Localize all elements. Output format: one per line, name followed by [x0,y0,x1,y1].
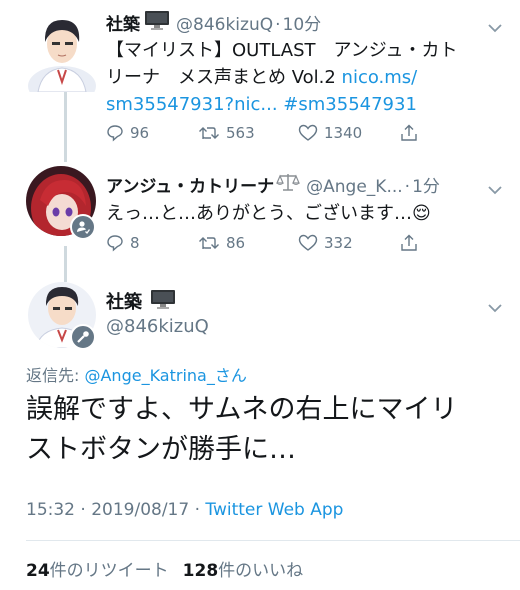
retweet-label: 件のリツイート [49,561,169,581]
monitor-icon [150,289,176,314]
tweet-text: えっ…と…ありがとう、ございます…😌 [106,200,431,227]
link[interactable]: sm35547931?nic... [106,94,278,115]
reply-button[interactable]: 96 [106,124,198,142]
tweet-text: 【マイリスト】OUTLAST アンジュ・カト リーナ メス声まとめ Vol.2 … [106,37,506,118]
action-bar: 8 86 332 [106,234,418,252]
tweet[interactable]: 社築 @846kizuQ · 10分 【マイリスト】OUTLAST アンジュ・カ… [0,10,520,150]
share-icon [400,124,418,142]
source-link[interactable]: Twitter Web App [205,500,343,520]
tweet-text-line: 誤解ですよ、サムネの右上にマイリ [26,394,458,425]
microphone-badge-icon [70,324,96,350]
like-button[interactable]: 1340 [298,124,400,142]
tweet-text-line: 【マイリスト】OUTLAST アンジュ・カト [106,40,458,61]
handle[interactable]: @846kizuQ [106,316,209,337]
divider [26,540,520,541]
reply-count: 8 [130,234,140,252]
retweet-icon [198,235,220,251]
focus-author[interactable]: 社築 [106,288,176,314]
scales-icon [276,172,301,197]
retweet-count: 86 [226,234,246,252]
timestamp[interactable]: 10分 [283,10,322,35]
share-button[interactable] [400,234,418,252]
retweet-icon [198,125,220,141]
reply-icon [106,124,124,142]
chevron-down-icon[interactable] [488,180,502,195]
chevron-down-icon[interactable] [488,298,502,313]
like-icon [298,234,318,252]
handle[interactable]: @Ange_K... [306,177,403,197]
like-count: 1340 [324,124,363,142]
tweet-meta: 15:32 · 2019/08/17 · Twitter Web App [26,500,343,520]
reply-to-label: 返信先: [26,366,85,385]
retweet-button[interactable]: 86 [198,234,298,252]
action-bar: 96 563 1340 [106,124,418,142]
like-total: 128 [182,561,219,581]
link[interactable]: nico.ms/ [342,67,418,88]
display-name[interactable]: アンジュ・カトリーナ [106,172,274,197]
tweet-text-line: リーナ メス声まとめ Vol.2 [106,67,342,88]
monitor-icon [144,10,170,35]
like-icon [298,124,318,142]
timestamp[interactable]: 15:32 · 2019/08/17 · [26,500,205,520]
display-name[interactable]: 社築 [106,288,142,314]
mention-link[interactable]: @Ange_Katrina_さん [84,366,246,385]
retweet-count: 563 [226,124,255,142]
like-label: 件のいいね [218,561,304,581]
retweets-stat[interactable]: 24件のリツイート [26,556,169,581]
hashtag-link[interactable]: #sm35547931 [283,94,417,115]
chevron-down-icon[interactable] [488,18,502,33]
relieved-face-icon: 😌 [412,203,431,224]
display-name[interactable]: 社築 [106,10,140,35]
reply-icon [106,234,124,252]
retweet-total: 24 [26,561,50,581]
reply-button[interactable]: 8 [106,234,198,252]
handle[interactable]: @846kizuQ [176,15,273,35]
share-button[interactable] [400,124,418,142]
tweet-text-line: ストボタンが勝手に… [26,434,296,465]
reply-to: 返信先: @Ange_Katrina_さん [26,362,247,386]
tweet-text-line: えっ…と…ありがとう、ございます… [106,203,412,224]
share-icon [400,234,418,252]
separator: · [404,177,411,197]
timestamp[interactable]: 1分 [412,172,440,197]
focus-tweet-text: 誤解ですよ、サムネの右上にマイリ ストボタンが勝手に… [26,390,506,470]
like-button[interactable]: 332 [298,234,400,252]
retweet-button[interactable]: 563 [198,124,298,142]
engagement-stats: 24件のリツイート 128件のいいね [26,556,303,581]
reply-count: 96 [130,124,150,142]
tweet[interactable]: アンジュ・カトリーナ @Ange_K... · 1分 えっ…と…ありがとう、ござ… [0,172,520,262]
likes-stat[interactable]: 128件のいいね [183,556,304,581]
like-count: 332 [324,234,353,252]
separator: · [275,15,281,35]
